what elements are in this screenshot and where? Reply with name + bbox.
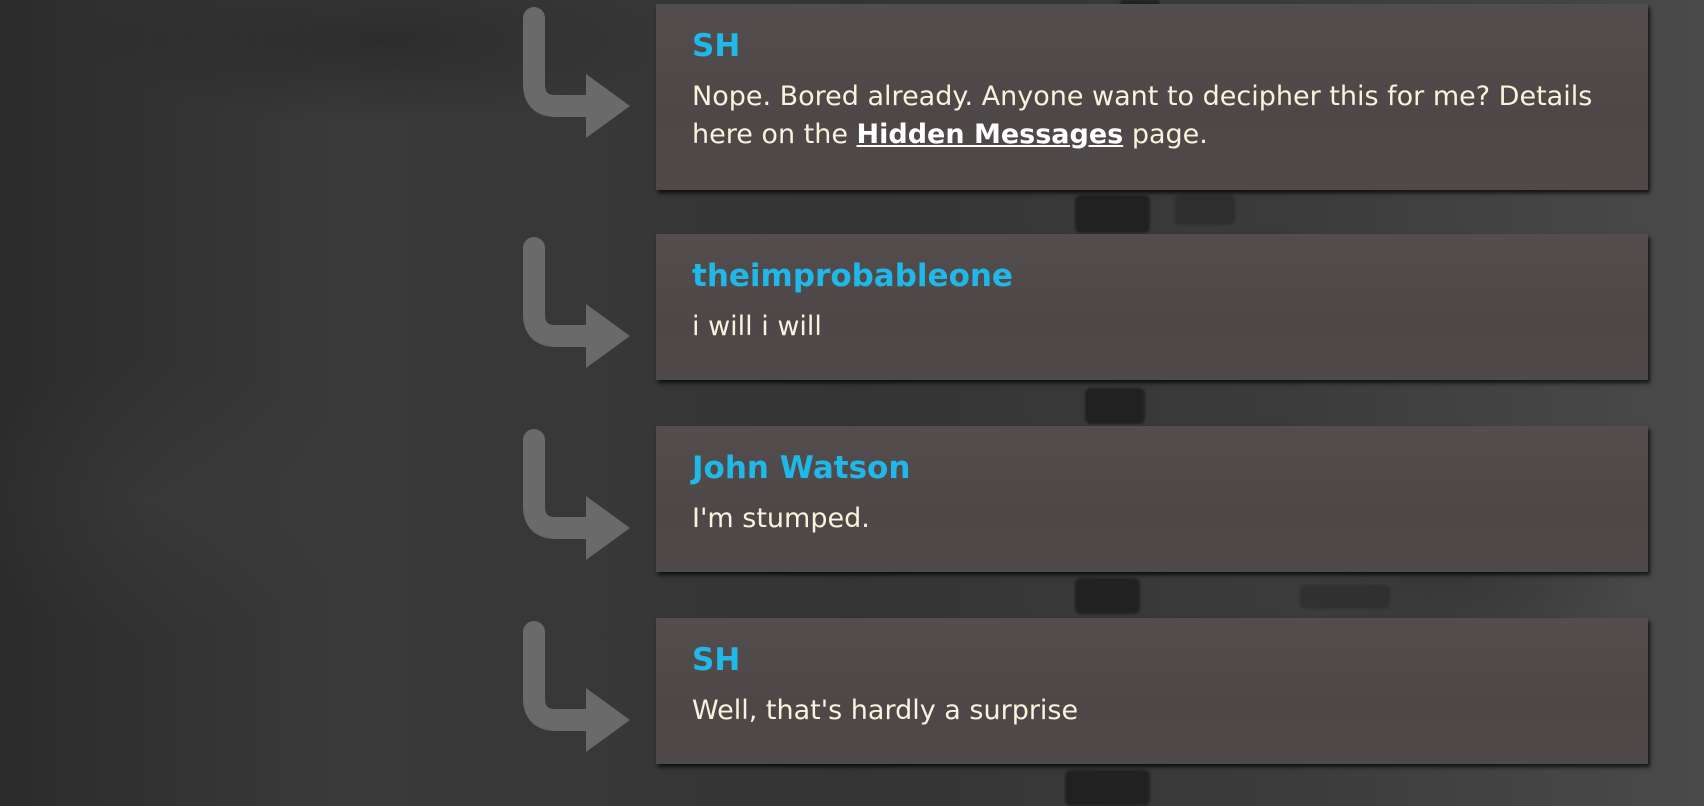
comment-box: SH Nope. Bored already. Anyone want to d… xyxy=(656,4,1648,190)
hidden-messages-link[interactable]: Hidden Messages xyxy=(857,119,1124,150)
comment-author[interactable]: theimprobableone xyxy=(692,258,1612,294)
reply-arrow-icon xyxy=(523,621,630,752)
comment-text: i will i will xyxy=(692,311,822,342)
comment-author[interactable]: John Watson xyxy=(692,450,1612,486)
comment-author[interactable]: SH xyxy=(692,642,1612,678)
comment-box: SH Well, that's hardly a surprise xyxy=(656,618,1648,764)
comment-box: theimprobableone i will i will xyxy=(656,234,1648,380)
comment-text: Nope. Bored already. Anyone want to deci… xyxy=(692,78,1612,154)
comment-thread: SH Nope. Bored already. Anyone want to d… xyxy=(0,0,1704,806)
reply-arrow-icon xyxy=(523,237,630,368)
comment-box: John Watson I'm stumped. xyxy=(656,426,1648,572)
comment-text: Well, that's hardly a surprise xyxy=(692,695,1079,726)
comment-text: I'm stumped. xyxy=(692,503,870,534)
reply-arrow-icon xyxy=(523,429,630,560)
comment-author[interactable]: SH xyxy=(692,28,1612,64)
comment-text-part: page. xyxy=(1123,119,1208,150)
reply-arrow-icon xyxy=(523,7,630,138)
